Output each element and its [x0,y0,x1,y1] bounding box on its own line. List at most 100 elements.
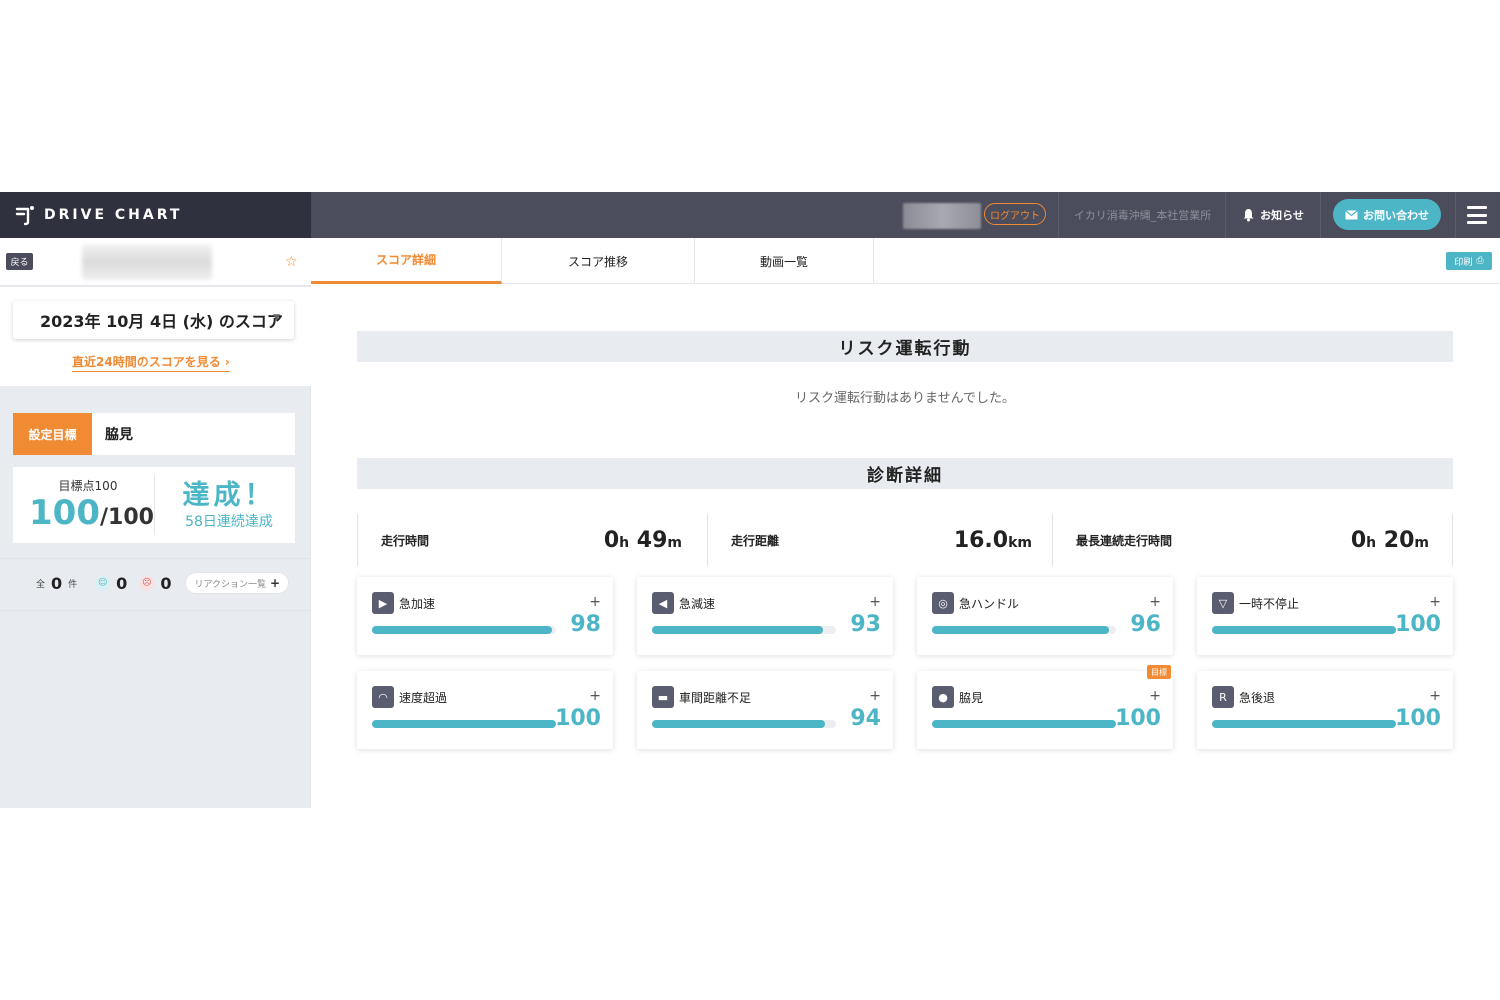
hamburger-menu-icon[interactable] [1464,204,1490,226]
score-bar-fill [372,720,556,728]
date-area: 2023年 10月 4日 (水) のスコア ▼ 直近24時間のスコアを見る › [0,287,311,386]
score-bar-track [372,720,556,728]
score-card[interactable]: R 急後退 +100 [1197,671,1453,749]
score-bar-fill [372,626,553,634]
score-card[interactable]: ◎ 急ハンドル +96 [917,577,1173,655]
reverse-icon: R [1212,686,1234,708]
brand-logo-area[interactable]: DRIVE CHART [0,192,311,238]
stat-drive-distance: 走行距離 16.0km [707,514,1056,566]
print-button[interactable]: 印刷 ⎙ [1446,252,1492,270]
notice-label: お知らせ [1260,209,1304,222]
sidebar-divider [0,610,311,611]
contact-button[interactable]: お問い合わせ [1333,199,1441,230]
reaction-total-prefix: 全 [36,579,46,590]
card-score: 100 [1395,612,1441,637]
brand-name: DRIVE CHART [44,207,183,223]
logout-button[interactable]: ログアウト [984,203,1046,225]
score-target: 目標点100 [58,479,118,493]
score-card[interactable]: ● 脇見 +100 目標 [917,665,1173,749]
score-card[interactable]: ◀ 急減速 +93 [637,577,893,655]
card-score: 93 [850,612,881,637]
streak-label: 58日連続達成 [185,514,273,530]
driver-name-blurred [82,244,212,280]
left-sidebar: 戻る ☆ 2023年 10月 4日 (水) のスコア ▼ 直近24時間のスコアを… [0,238,311,808]
score-bar-fill [1212,720,1396,728]
stat-label: 走行距離 [731,533,780,548]
steering-icon: ◎ [932,592,954,614]
expand-plus-icon[interactable]: + [1429,688,1441,704]
expand-plus-icon[interactable]: + [589,688,601,704]
score-card[interactable]: ▶ 急加速 +98 [357,577,613,655]
distraction-icon: ● [932,686,954,708]
bell-icon [1243,209,1254,222]
goal-tag: 設定目標 [13,413,92,455]
date-selector[interactable]: 2023年 10月 4日 (水) のスコア ▼ [13,301,294,339]
card-score: 100 [555,706,601,731]
contact-label: お問い合わせ [1363,208,1429,222]
user-name-blurred [903,203,981,229]
score-bar-track [932,720,1116,728]
card-title: 一時不停止 [1239,597,1300,611]
stat-drive-time: 走行時間 0h 49m [357,514,706,566]
header-divider [1058,192,1059,238]
expand-plus-icon[interactable]: + [1429,594,1441,610]
diagnosis-section-title: 診断詳細 [357,458,1453,489]
score-bar-fill [1212,626,1396,634]
drive-stats: 走行時間 0h 49m 走行距離 16.0km 最長連続走行時間 0h 20m [357,514,1453,566]
plus-icon: + [270,576,281,590]
score-bar-fill [932,720,1116,728]
recent-24h-link[interactable]: 直近24時間のスコアを見る › [72,353,230,372]
expand-plus-icon[interactable]: + [869,688,881,704]
card-title: 急後退 [1239,691,1276,705]
tab-score-detail[interactable]: スコア詳細 [311,238,502,284]
expand-plus-icon[interactable]: + [589,594,601,610]
expand-plus-icon[interactable]: + [1149,594,1161,610]
expand-plus-icon[interactable]: + [869,594,881,610]
top-header: DRIVE CHART ログアウト イカリ消毒沖縄_本社営業所 お知らせ お問い… [0,192,1500,238]
score-bar-fill [652,626,824,634]
score-divider [154,475,155,535]
score-card[interactable]: ▽ 一時不停止 +100 [1197,577,1453,655]
stat-longest-drive: 最長連続走行時間 0h 20m [1052,514,1453,566]
score-box: 目標点100 100/100 達成！ 58日連続達成 [13,467,295,543]
score-denominator: /100 [99,505,154,530]
happy-face-icon: ☺ [95,575,111,591]
header-divider [1455,192,1456,238]
card-score: 94 [850,706,881,731]
notice-button[interactable]: お知らせ [1226,192,1320,238]
stop-sign-icon: ▽ [1212,592,1234,614]
risk-section-title: リスク運転行動 [357,331,1453,362]
score-bar-track [1212,720,1396,728]
tab-video-list[interactable]: 動画一覧 [695,238,874,284]
card-title: 急加速 [399,597,436,611]
score-bar-track [652,720,836,728]
card-score: 98 [570,612,601,637]
reaction-list-button[interactable]: リアクション一覧 + [185,572,290,594]
score-bar-track [1212,626,1396,634]
drive-chart-logo-icon [15,206,34,226]
card-title: 急減速 [679,597,716,611]
header-divider [1320,192,1321,238]
card-title: 車間距離不足 [679,691,752,705]
date-label: 2023年 10月 4日 (水) のスコア [40,312,283,331]
score-card[interactable]: ▬ 車間距離不足 +94 [637,671,893,749]
tab-bar: スコア詳細 スコア推移 動画一覧 [311,238,1500,284]
office-name: イカリ消毒沖縄_本社営業所 [1073,209,1212,222]
card-title: 速度超過 [399,691,448,705]
card-title: 急ハンドル [959,597,1020,611]
tab-score-trend[interactable]: スコア推移 [502,238,695,284]
reaction-total: 0 [51,573,63,593]
score-number: 100 [29,493,100,533]
risk-message: リスク運転行動はありませんでした。 [795,391,1015,406]
back-button[interactable]: 戻る [6,253,33,270]
score-card[interactable]: ◠ 速度超過 +100 [357,671,613,749]
print-label: 印刷 [1454,257,1473,268]
score-value: 100/100 [29,493,154,533]
stat-label: 最長連続走行時間 [1076,533,1173,548]
expand-plus-icon[interactable]: + [1149,688,1161,704]
sidebar-divider [0,558,311,559]
card-title: 脇見 [959,691,984,705]
favorite-star-icon[interactable]: ☆ [285,254,298,270]
stat-value: 0h 49m [603,527,682,553]
reactions-row: 全 0 件 ☺ 0 ☹ 0 リアクション一覧 + [36,568,290,598]
